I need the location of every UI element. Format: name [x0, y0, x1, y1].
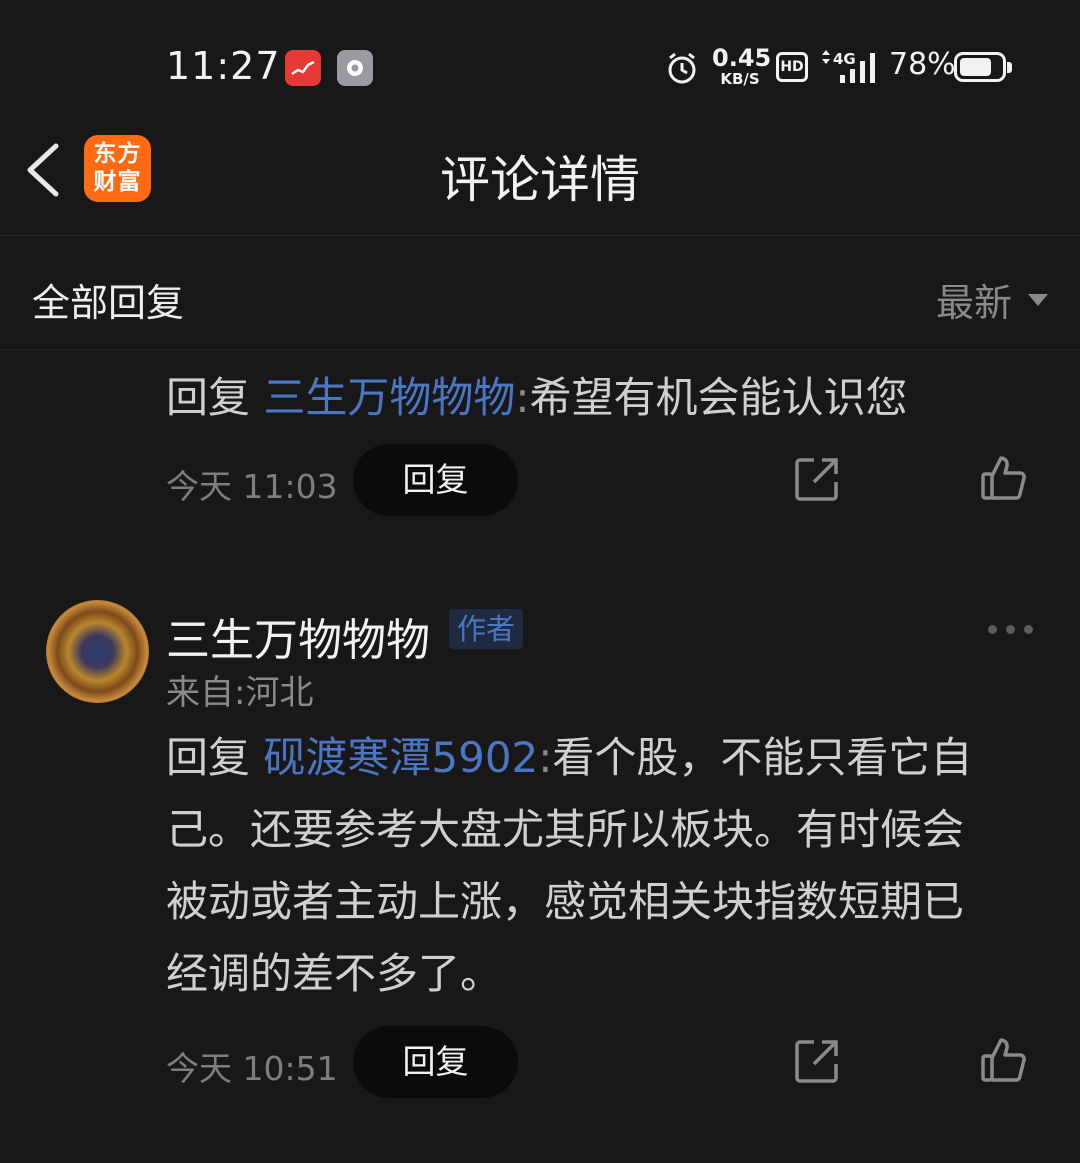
sort-dropdown[interactable]: 最新 [936, 272, 1048, 327]
comment-body-line4: 经调的差不多了。 [166, 949, 503, 998]
hd-badge: HD [776, 52, 808, 82]
network-speed-unit: KB/S [720, 70, 760, 88]
share-icon[interactable] [794, 456, 840, 506]
reply-prefix: 回复 [166, 373, 251, 422]
like-icon[interactable] [980, 1036, 1028, 1088]
all-replies-title: 全部回复 [32, 281, 185, 325]
status-bar: 11:27 0.45 KB/S HD 4G 78% [0, 0, 1080, 120]
page-title: 评论详情 [440, 151, 640, 209]
comment-actions: 今天 10:51 回复 [166, 1026, 1046, 1098]
mention-link[interactable]: 砚渡寒潭5902 [263, 733, 538, 782]
network-speed-value: 0.45 [712, 44, 772, 72]
more-icon[interactable] [988, 622, 1034, 636]
caret-down-icon [1028, 293, 1048, 306]
comment-text: 回复 三生万物物物:希望有机会能认识您 [166, 362, 1046, 434]
comment-text: 回复 砚渡寒潭5902:看个股，不能只看它自 己。还要参考大盘尤其所以板块。有时… [166, 722, 1046, 1010]
battery-percent: 78% [889, 47, 956, 82]
signal-icon: 4G [820, 48, 882, 92]
comment-time: 今天 11:03 [166, 467, 338, 506]
top-nav-bar: 东方 财富 评论详情 [0, 120, 1080, 236]
comment-actions: 今天 11:03 回复 [166, 444, 1046, 516]
mention-link[interactable]: 三生万物物物 [263, 373, 515, 422]
replies-filter-bar: 全部回复 最新 [0, 236, 1080, 350]
alarm-icon [664, 50, 700, 90]
status-time: 11:27 [166, 44, 281, 88]
comment-body: 希望有机会能认识您 [529, 373, 908, 422]
reply-button[interactable]: 回复 [353, 444, 518, 516]
battery-icon [954, 52, 1012, 82]
author-badge: 作者 [449, 609, 524, 649]
reply-button[interactable]: 回复 [353, 1026, 518, 1098]
comment-time: 今天 10:51 [166, 1049, 338, 1088]
settings-notification-icon [337, 50, 373, 86]
comment-body-line3: 被动或者主动上涨，感觉相关块指数短期已 [166, 877, 965, 926]
stock-app-notification-icon [285, 50, 321, 86]
comment-body-line2: 己。还要参考大盘尤其所以板块。有时候会 [166, 805, 965, 854]
avatar[interactable] [46, 600, 149, 703]
comment-body-line1: 看个股，不能只看它自 [552, 733, 973, 782]
like-icon[interactable] [980, 454, 1028, 506]
mention-separator: : [515, 373, 530, 422]
reply-prefix: 回复 [166, 733, 251, 782]
author-name[interactable]: 三生万物物物 [166, 604, 430, 668]
author-location: 来自:河北 [166, 673, 314, 713]
share-icon[interactable] [794, 1038, 840, 1088]
network-speed: 0.45 KB/S [712, 44, 772, 88]
sort-label: 最新 [935, 281, 1012, 325]
mention-separator: : [538, 733, 553, 782]
network-type: 4G [833, 50, 856, 68]
